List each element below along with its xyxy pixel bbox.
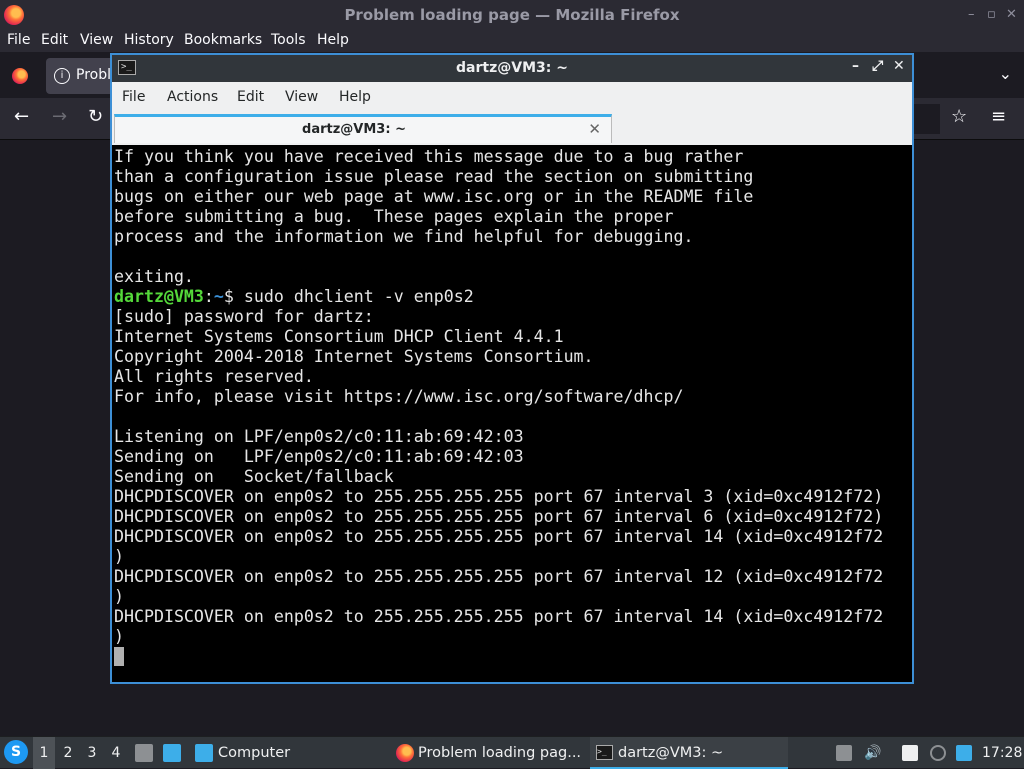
- start-menu-icon[interactable]: S: [4, 740, 28, 764]
- network-icon[interactable]: [930, 745, 946, 761]
- workspace-2[interactable]: 2: [57, 737, 79, 769]
- terminal-line: ): [114, 587, 124, 606]
- terminal-tab-label: dartz@VM3: ~: [302, 122, 406, 137]
- taskbar: S 1 2 3 4 Computer Problem loading pag..…: [0, 736, 1024, 769]
- terminal-minimize-button[interactable]: –: [852, 58, 859, 74]
- terminal-line: Copyright 2004-2018 Internet Systems Con…: [114, 347, 594, 366]
- terminal-line: Sending on Socket/fallback: [114, 467, 394, 486]
- forward-button[interactable]: →: [52, 106, 67, 127]
- updates-icon[interactable]: [956, 745, 972, 761]
- menu-view[interactable]: View: [80, 32, 113, 48]
- terminal-title: dartz@VM3: ~: [456, 60, 568, 76]
- workspace-1[interactable]: 1: [33, 737, 55, 769]
- menu-file[interactable]: File: [7, 32, 30, 48]
- trash-icon[interactable]: [135, 744, 153, 762]
- volume-icon[interactable]: 🔊: [864, 745, 881, 761]
- terminal-menu-edit[interactable]: Edit: [237, 89, 264, 105]
- prompt-separator: :: [203, 287, 214, 306]
- terminal-line: [sudo] password for dartz:: [114, 307, 374, 326]
- terminal-line: ): [114, 627, 124, 646]
- maximize-button[interactable]: ▫: [987, 7, 996, 22]
- prompt-line: dartz@VM3:~$ sudo dhclient -v enp0s2: [114, 287, 474, 307]
- menu-help[interactable]: Help: [317, 32, 349, 48]
- terminal-window: >_ dartz@VM3: ~ – ⤢ ✕ File Actions Edit …: [110, 53, 914, 684]
- prompt-symbol: $: [223, 287, 244, 306]
- minimize-button[interactable]: –: [968, 7, 975, 22]
- app-menu-button[interactable]: ≡: [991, 106, 1006, 127]
- close-button[interactable]: ✕: [1006, 7, 1017, 22]
- terminal-tab[interactable]: dartz@VM3: ~ ✕: [114, 114, 612, 143]
- terminal-line: than a configuration issue please read t…: [114, 167, 754, 186]
- menu-history[interactable]: History: [124, 32, 174, 48]
- prompt-user: dartz@VM3: [114, 287, 204, 306]
- menu-edit[interactable]: Edit: [41, 32, 68, 48]
- prompt-path: ~: [213, 287, 224, 306]
- terminal-close-button[interactable]: ✕: [893, 58, 905, 74]
- terminal-titlebar: >_ dartz@VM3: ~ – ⤢ ✕: [112, 55, 912, 82]
- workspace-4[interactable]: 4: [105, 737, 127, 769]
- list-tabs-button[interactable]: ⌄: [999, 64, 1012, 83]
- terminal-menubar: File Actions Edit View Help: [112, 82, 912, 112]
- terminal-line: before submitting a bug. These pages exp…: [114, 207, 674, 226]
- terminal-line: DHCPDISCOVER on enp0s2 to 255.255.255.25…: [114, 607, 884, 626]
- firefox-titlebar: Problem loading page — Mozilla Firefox –…: [0, 0, 1024, 30]
- taskbar-task-label: dartz@VM3: ~: [618, 745, 724, 761]
- firefox-menubar: File Edit View History Bookmarks Tools H…: [0, 30, 1024, 52]
- terminal-menu-actions[interactable]: Actions: [167, 89, 218, 105]
- folder-icon[interactable]: [195, 744, 213, 762]
- taskbar-firefox-task[interactable]: Problem loading pag...: [392, 737, 582, 769]
- clock: 17:28: [982, 745, 1023, 761]
- terminal-line: DHCPDISCOVER on enp0s2 to 255.255.255.25…: [114, 567, 884, 586]
- prompt-command: sudo dhclient -v enp0s2: [243, 287, 474, 306]
- bookmark-star-icon[interactable]: ☆: [951, 106, 967, 127]
- terminal-line: bugs on either our web page at www.isc.o…: [114, 187, 754, 206]
- info-icon: i: [54, 68, 70, 84]
- firefox-window-title: Problem loading page — Mozilla Firefox: [344, 6, 680, 24]
- terminal-line: Listening on LPF/enp0s2/c0:11:ab:69:42:0…: [114, 427, 524, 446]
- workspace-3[interactable]: 3: [81, 737, 103, 769]
- terminal-line: DHCPDISCOVER on enp0s2 to 255.255.255.25…: [114, 487, 884, 506]
- back-button[interactable]: ←: [14, 106, 29, 127]
- menu-tools[interactable]: Tools: [271, 32, 306, 48]
- clipboard-icon[interactable]: [836, 745, 852, 761]
- terminal-icon: >_: [596, 745, 613, 760]
- firefox-view-icon[interactable]: [12, 68, 28, 84]
- tab-label: Probl: [76, 67, 111, 83]
- terminal-line: DHCPDISCOVER on enp0s2 to 255.255.255.25…: [114, 507, 884, 526]
- terminal-line: process and the information we find help…: [114, 227, 694, 246]
- terminal-screen[interactable]: If you think you have received this mess…: [112, 147, 912, 682]
- terminal-line: exiting.: [114, 267, 194, 286]
- terminal-line: Sending on LPF/enp0s2/c0:11:ab:69:42:03: [114, 447, 524, 466]
- terminal-line: Internet Systems Consortium DHCP Client …: [114, 327, 564, 346]
- terminal-menu-file[interactable]: File: [122, 89, 145, 105]
- terminal-menu-help[interactable]: Help: [339, 89, 371, 105]
- terminal-line: If you think you have received this mess…: [114, 147, 744, 166]
- reload-button[interactable]: ↻: [88, 106, 103, 127]
- terminal-maximize-button[interactable]: ⤢: [872, 58, 883, 74]
- show-desktop-icon[interactable]: [163, 744, 181, 762]
- url-bar[interactable]: [910, 104, 940, 134]
- taskbar-terminal-task[interactable]: >_ dartz@VM3: ~: [590, 737, 788, 769]
- taskbar-task-label: Problem loading pag...: [418, 745, 582, 761]
- terminal-line: For info, please visit https://www.isc.o…: [114, 387, 684, 406]
- menu-bookmarks[interactable]: Bookmarks: [184, 32, 262, 48]
- terminal-line: DHCPDISCOVER on enp0s2 to 255.255.255.25…: [114, 527, 884, 546]
- terminal-tabbar: dartz@VM3: ~ ✕: [112, 112, 912, 145]
- terminal-line: ): [114, 547, 124, 566]
- terminal-menu-view[interactable]: View: [285, 89, 318, 105]
- computer-launcher-label[interactable]: Computer: [218, 737, 290, 769]
- terminal-cursor: [114, 647, 124, 666]
- close-tab-icon[interactable]: ✕: [588, 120, 601, 138]
- firefox-icon: [396, 744, 414, 762]
- notes-icon[interactable]: [902, 745, 918, 761]
- terminal-line: All rights reserved.: [114, 367, 314, 386]
